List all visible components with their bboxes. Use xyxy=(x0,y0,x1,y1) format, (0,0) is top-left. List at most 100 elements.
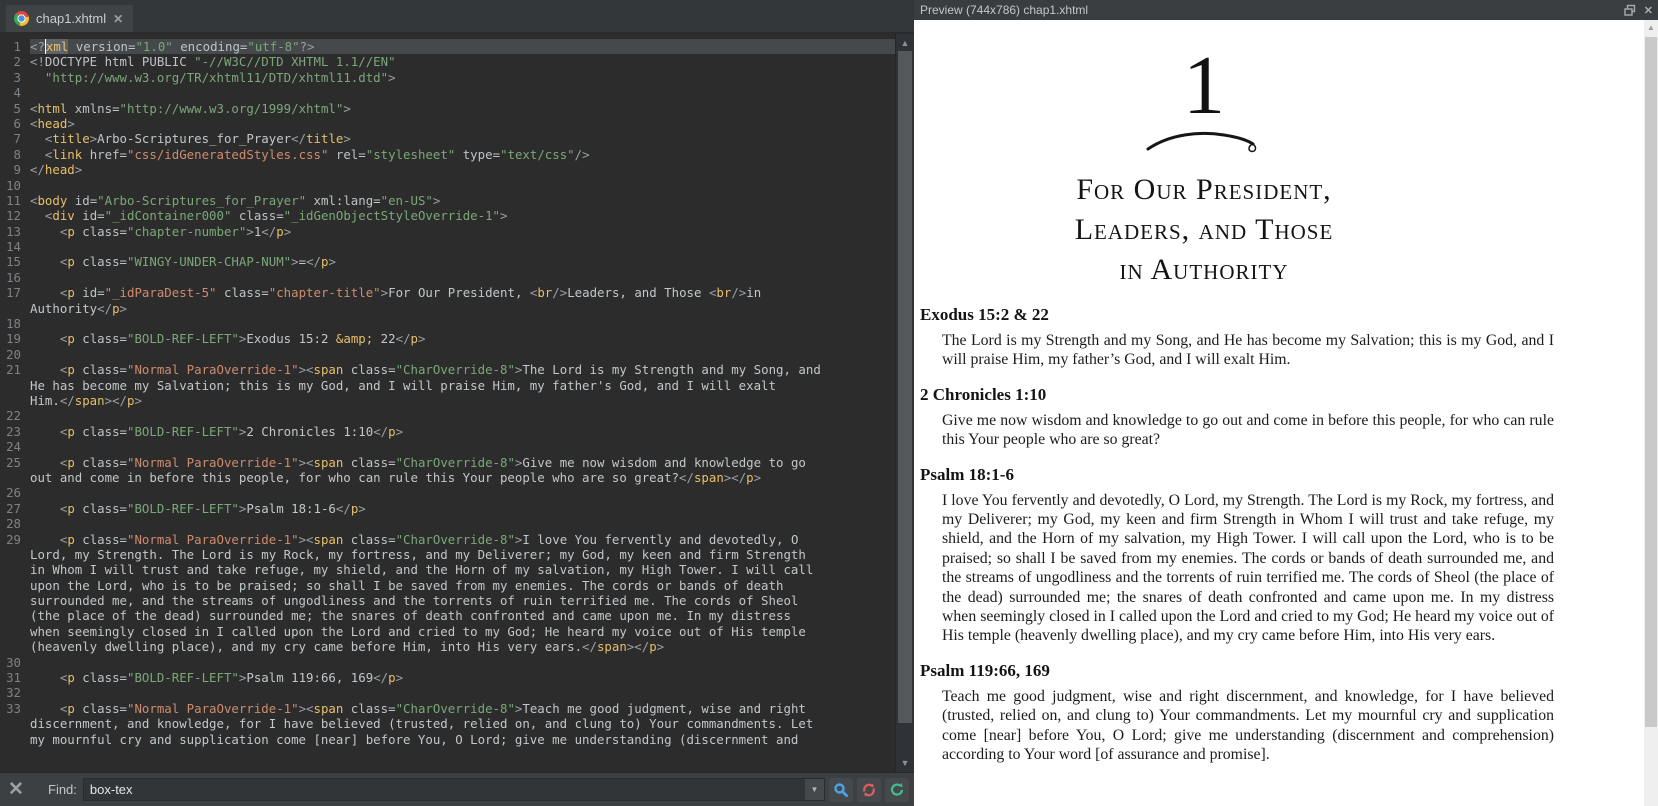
line-number xyxy=(0,639,30,654)
code-line[interactable]: 23 <p class="BOLD-REF-LEFT">2 Chronicles… xyxy=(0,424,914,439)
code-line[interactable]: 4 xyxy=(0,85,914,100)
ide-window: chap1.xhtml ✕ 1 <?xml version="1.0" encod… xyxy=(0,0,1658,806)
code-line[interactable]: He has become my Salvation; this is my G… xyxy=(0,378,914,393)
scroll-down-icon[interactable]: ▼ xyxy=(896,756,914,770)
code-line[interactable]: 31 <p class="BOLD-REF-LEFT">Psalm 119:66… xyxy=(0,670,914,685)
scroll-up-icon[interactable]: ▲ xyxy=(896,36,914,50)
line-number xyxy=(0,393,30,408)
code-line[interactable]: when seemingly closed in I called upon t… xyxy=(0,624,914,639)
html-file-icon xyxy=(14,11,29,26)
preview-close-icon[interactable]: ✕ xyxy=(1644,4,1653,17)
code-line[interactable]: 3 "http://www.w3.org/TR/xhtml11/DTD/xhtm… xyxy=(0,70,914,85)
find-refresh-button[interactable] xyxy=(856,777,881,802)
line-number: 23 xyxy=(6,423,21,439)
code-line[interactable]: 30 xyxy=(0,655,914,670)
code-line[interactable]: (heavenly dwelling place), and my cry ca… xyxy=(0,639,914,654)
line-number: 29 xyxy=(6,531,21,547)
scripture-reference: 2 Chronicles 1:10 xyxy=(920,384,1047,404)
code-editor[interactable]: 1 <?xml version="1.0" encoding="utf-8"?> 2… xyxy=(0,34,914,772)
code-line[interactable]: 19 <p class="BOLD-REF-LEFT">Exodus 15:2 … xyxy=(0,331,914,346)
code-line[interactable]: 6 <head> xyxy=(0,116,914,131)
scripture-sections: Exodus 15:2 & 22 The Lord is my Strength … xyxy=(914,305,1554,765)
code-line[interactable]: 14 xyxy=(0,239,914,254)
code-line[interactable]: upon the Lord, who is to be praised; so … xyxy=(0,578,914,593)
line-number: 10 xyxy=(6,177,21,193)
scripture-reference: Psalm 18:1-6 xyxy=(920,464,1014,484)
code-line[interactable]: Authority</p> xyxy=(0,301,914,316)
line-number xyxy=(0,593,30,608)
code-line[interactable]: surrounded me, and the streams of ungodl… xyxy=(0,593,914,608)
float-window-icon[interactable] xyxy=(1624,4,1636,16)
preview-title: Preview (744x786) chap1.xhtml xyxy=(920,3,1089,17)
code-line[interactable]: 18 xyxy=(0,316,914,331)
code-line[interactable]: 7 <title>Arbo-Scriptures_for_Prayer</tit… xyxy=(0,131,914,146)
line-number: 32 xyxy=(6,685,21,701)
editor-scrollbar-thumb[interactable] xyxy=(898,51,912,723)
find-close-icon[interactable]: ✕ xyxy=(8,778,32,802)
code-line[interactable]: 1 <?xml version="1.0" encoding="utf-8"?> xyxy=(0,39,914,55)
line-number: 16 xyxy=(6,269,21,285)
line-number: 8 xyxy=(13,146,21,162)
line-number xyxy=(0,716,30,731)
chapter-title: For Our President, Leaders, and Those in A… xyxy=(914,170,1494,290)
code-line[interactable]: Lord, my Strength. The Lord is my Rock, … xyxy=(0,547,914,562)
preview-scrollbar-thumb[interactable] xyxy=(1645,37,1657,727)
preview-scrollbar[interactable]: ▲ xyxy=(1644,20,1658,806)
code-line[interactable]: 10 xyxy=(0,178,914,193)
code-line[interactable]: 26 xyxy=(0,485,914,500)
code-line[interactable]: 21 <p class="Normal ParaOverride-1"><spa… xyxy=(0,362,914,377)
line-number: 33 xyxy=(6,700,21,716)
editor-scrollbar[interactable]: ▲ ▼ xyxy=(895,34,914,772)
code-line[interactable]: 32 xyxy=(0,685,914,700)
line-number: 15 xyxy=(6,254,21,270)
line-number: 12 xyxy=(6,208,21,224)
code-line[interactable]: 5 <html xmlns="http://www.w3.org/1999/xht… xyxy=(0,101,914,116)
code-line[interactable]: 33 <p class="Normal ParaOverride-1"><spa… xyxy=(0,701,914,716)
code-line[interactable]: discernment, and knowledge, for I have b… xyxy=(0,716,914,731)
find-bar: ✕ Find: ▼ xyxy=(0,772,914,806)
line-number: 7 xyxy=(13,131,21,147)
preview-scroll-up-icon[interactable]: ▲ xyxy=(1644,23,1658,32)
find-history-dropdown-icon[interactable]: ▼ xyxy=(804,779,824,800)
line-number xyxy=(0,547,30,562)
code-line[interactable]: in Whom I will trust and take refuge, my… xyxy=(0,562,914,577)
tab-chap1-xhtml[interactable]: chap1.xhtml ✕ xyxy=(6,5,134,32)
code-line[interactable]: 17 <p id="_idParaDest-5" class="chapter-… xyxy=(0,285,914,300)
line-number xyxy=(0,378,30,393)
chapter-number: 1 xyxy=(1183,39,1225,132)
code-line[interactable]: 20 xyxy=(0,347,914,362)
code-line[interactable]: 11 <body id="Arbo-Scriptures_for_Prayer" … xyxy=(0,193,914,208)
code-line[interactable]: my mournful cry and supplication come [n… xyxy=(0,732,914,747)
line-number: 2 xyxy=(13,54,21,70)
line-number: 17 xyxy=(6,285,21,301)
scripture-reference: Exodus 15:2 & 22 xyxy=(920,305,1049,324)
code-line[interactable]: 29 <p class="Normal ParaOverride-1"><spa… xyxy=(0,532,914,547)
tab-close-icon[interactable]: ✕ xyxy=(113,12,123,26)
line-number: 14 xyxy=(6,239,21,255)
code-line[interactable]: 24 xyxy=(0,439,914,454)
find-input-wrap: ▼ xyxy=(82,778,825,801)
code-line[interactable]: Him.</span></p> xyxy=(0,393,914,408)
code-line[interactable]: 9 </head> xyxy=(0,162,914,177)
code-line[interactable]: 15 <p class="WINGY-UNDER-CHAP-NUM">=</p> xyxy=(0,254,914,269)
code-line[interactable]: 16 xyxy=(0,270,914,285)
find-input[interactable] xyxy=(83,779,805,800)
code-line[interactable]: 25 <p class="Normal ParaOverride-1"><spa… xyxy=(0,455,914,470)
code-line[interactable]: (the place of the dead) surrounded me; t… xyxy=(0,608,914,623)
line-number: 25 xyxy=(6,454,21,470)
code-line[interactable]: 13 <p class="chapter-number">1</p> xyxy=(0,224,914,239)
code-line[interactable]: out and come in before this people, for … xyxy=(0,470,914,485)
code-line[interactable]: 12 <div id="_idContainer000" class="_idG… xyxy=(0,208,914,223)
code-line[interactable]: 8 <link href="css/idGeneratedStyles.css"… xyxy=(0,147,914,162)
code-line[interactable]: 22 xyxy=(0,408,914,423)
chapter-title-line: in Authority xyxy=(1119,253,1289,286)
code-line[interactable]: 2 <!DOCTYPE html PUBLIC "-//W3C//DTD XHTM… xyxy=(0,54,914,69)
find-reset-button[interactable] xyxy=(884,777,909,802)
editor-pane: chap1.xhtml ✕ 1 <?xml version="1.0" encod… xyxy=(0,0,914,806)
find-search-button[interactable] xyxy=(828,777,853,802)
line-number: 20 xyxy=(6,346,21,362)
code-line[interactable]: 28 xyxy=(0,516,914,531)
code-line[interactable]: 27 <p class="BOLD-REF-LEFT">Psalm 18:1-6… xyxy=(0,501,914,516)
chapter-head: 1 For Our President, Leaders, and Those in… xyxy=(914,39,1494,290)
line-number xyxy=(0,562,30,577)
